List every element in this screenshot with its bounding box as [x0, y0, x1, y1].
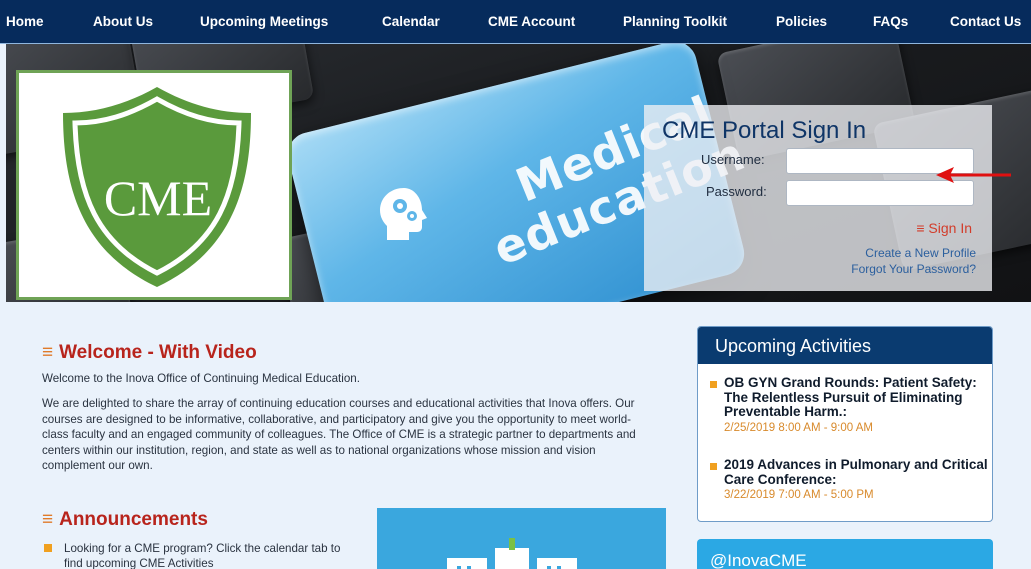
nav-policies[interactable]: Policies — [776, 14, 827, 29]
login-title: CME Portal Sign In — [662, 117, 867, 144]
nav-calendar[interactable]: Calendar — [382, 14, 440, 29]
forgot-password-link[interactable]: Forgot Your Password? — [851, 262, 976, 276]
username-label: Username: — [701, 152, 765, 167]
nav-upcoming-meetings[interactable]: Upcoming Meetings — [200, 14, 328, 29]
menu-bars-icon: ≡ — [42, 509, 54, 530]
list-item[interactable]: 2019 Advances in Pulmonary and Critical … — [706, 457, 988, 501]
cme-logo: CME — [16, 70, 292, 300]
menu-bars-icon: ≡ — [42, 342, 54, 363]
activity-title[interactable]: 2019 Advances in Pulmonary and Critical … — [706, 457, 988, 487]
sign-in-button[interactable]: ≡ Sign In — [916, 220, 972, 236]
nav-faqs[interactable]: FAQs — [873, 14, 908, 29]
welcome-intro: Welcome to the Inova Office of Continuin… — [42, 372, 360, 385]
list-item[interactable]: OB GYN Grand Rounds: Patient Safety: The… — [706, 375, 988, 434]
bullet-icon — [710, 463, 717, 470]
create-profile-link[interactable]: Create a New Profile — [865, 246, 976, 260]
password-label: Password: — [706, 184, 767, 199]
nav-home[interactable]: Home — [6, 14, 44, 29]
bullet-icon — [44, 544, 52, 552]
login-panel: CME Portal Sign In Username: Password: ≡… — [644, 105, 992, 291]
welcome-body: We are delighted to share the array of c… — [42, 397, 636, 472]
nav-about-us[interactable]: About Us — [93, 14, 153, 29]
nav-cme-account[interactable]: CME Account — [488, 14, 575, 29]
nav-contact-us[interactable]: Contact Us — [950, 14, 1021, 29]
red-arrow-annotation — [936, 167, 1011, 183]
list-item[interactable]: Looking for a CME program? Click the cal… — [44, 541, 344, 569]
twitter-panel-title[interactable]: @InovaCME — [697, 539, 993, 569]
top-nav: Home About Us Upcoming Meetings Calendar… — [0, 0, 1031, 44]
upcoming-activities-panel: Upcoming Activities OB GYN Grand Rounds:… — [697, 326, 993, 522]
upcoming-activities-title: Upcoming Activities — [698, 327, 992, 364]
announcements-heading: ≡ Announcements — [42, 509, 208, 531]
activity-date: 2/25/2019 8:00 AM - 9:00 AM — [724, 421, 873, 434]
activity-title[interactable]: OB GYN Grand Rounds: Patient Safety: The… — [706, 375, 988, 420]
announcements-title: Announcements — [59, 509, 208, 530]
welcome-heading: ≡ Welcome - With Video — [42, 342, 257, 364]
announcement-text: Looking for a CME program? Click the cal… — [64, 542, 341, 569]
hospital-image — [377, 508, 666, 569]
welcome-title: Welcome - With Video — [59, 342, 257, 363]
activity-date: 3/22/2019 7:00 AM - 5:00 PM — [724, 489, 874, 501]
head-gears-icon — [380, 188, 427, 240]
nav-planning-toolkit[interactable]: Planning Toolkit — [623, 14, 727, 29]
logo-text: CME — [103, 170, 213, 226]
building-icon — [447, 538, 577, 569]
bullet-icon — [710, 381, 717, 388]
